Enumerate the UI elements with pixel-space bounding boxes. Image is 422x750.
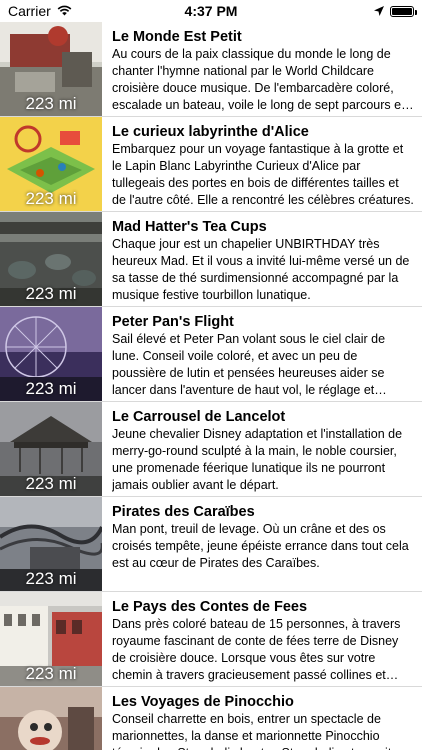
- ride-description: Man pont, treuil de levage. Où un crâne …: [112, 522, 409, 570]
- distance-label: 223 mi: [25, 189, 77, 208]
- distance-label: 223 mi: [25, 284, 77, 303]
- ride-description: Embarquez pour un voyage fantastique à l…: [112, 142, 414, 207]
- ride-description: Chaque jour est un chapelier UNBIRTHDAY …: [112, 237, 410, 302]
- ride-description: Conseil charrette en bois, entrer un spe…: [112, 712, 398, 750]
- ride-title: Le Monde Est Petit: [112, 29, 242, 45]
- ride-description: Sail élevé et Peter Pan volant sous le c…: [112, 332, 386, 397]
- list-item[interactable]: Les Voyages de Pinocchio Conseil charret…: [0, 687, 422, 750]
- ride-description: Au cours de la paix classique du monde l…: [112, 47, 409, 112]
- list-item[interactable]: 223 mi Le curieux labyrinthe d'Alice Emb…: [0, 117, 422, 212]
- ride-description: Dans près coloré bateau de 15 personnes,…: [112, 617, 401, 682]
- distance-label: 223 mi: [25, 94, 77, 113]
- status-left: Carrier: [8, 3, 72, 19]
- ride-title: Les Voyages de Pinocchio: [112, 694, 294, 710]
- list-item[interactable]: 223 mi Mad Hatter's Tea Cups Chaque jour…: [0, 212, 422, 307]
- list-item[interactable]: 223 mi Le Pays des Contes de Fees Dans p…: [0, 592, 422, 687]
- ride-thumbnail: [0, 687, 102, 750]
- ride-title: Peter Pan's Flight: [112, 314, 234, 330]
- wifi-icon: [57, 3, 72, 19]
- ride-thumbnail: 223 mi: [0, 592, 102, 686]
- battery-icon: [390, 5, 417, 17]
- ride-thumbnail: 223 mi: [0, 22, 102, 116]
- ride-description: Jeune chevalier Disney adaptation et l'i…: [112, 427, 403, 492]
- location-arrow-icon: [374, 3, 384, 19]
- ride-photo-pinocchio: [0, 687, 102, 750]
- carrier-label: Carrier: [8, 3, 51, 19]
- status-right: [374, 3, 417, 19]
- list-item[interactable]: 223 mi Le Carrousel de Lancelot Jeune ch…: [0, 402, 422, 497]
- ride-title: Le Carrousel de Lancelot: [112, 409, 286, 425]
- ride-thumbnail: 223 mi: [0, 117, 102, 211]
- list-item[interactable]: 223 mi Pirates des Caraïbes Man pont, tr…: [0, 497, 422, 592]
- ride-title: Pirates des Caraïbes: [112, 504, 255, 520]
- ride-thumbnail: 223 mi: [0, 212, 102, 306]
- status-bar: Carrier 4:37 PM: [0, 0, 422, 22]
- distance-label: 223 mi: [25, 664, 77, 683]
- ride-title: Mad Hatter's Tea Cups: [112, 219, 267, 235]
- distance-label: 223 mi: [25, 474, 77, 493]
- list-item[interactable]: 223 mi Le Monde Est Petit Au cours de la…: [0, 22, 422, 117]
- distance-label: 223 mi: [25, 569, 77, 588]
- ride-title: Le curieux labyrinthe d'Alice: [112, 124, 309, 140]
- ride-list[interactable]: 223 mi Le Monde Est Petit Au cours de la…: [0, 22, 422, 750]
- list-item[interactable]: 223 mi Peter Pan's Flight Sail élevé et …: [0, 307, 422, 402]
- distance-label: 223 mi: [25, 379, 77, 398]
- ride-thumbnail: 223 mi: [0, 307, 102, 401]
- ride-thumbnail: 223 mi: [0, 497, 102, 591]
- ride-title: Le Pays des Contes de Fees: [112, 599, 308, 615]
- ride-thumbnail: 223 mi: [0, 402, 102, 496]
